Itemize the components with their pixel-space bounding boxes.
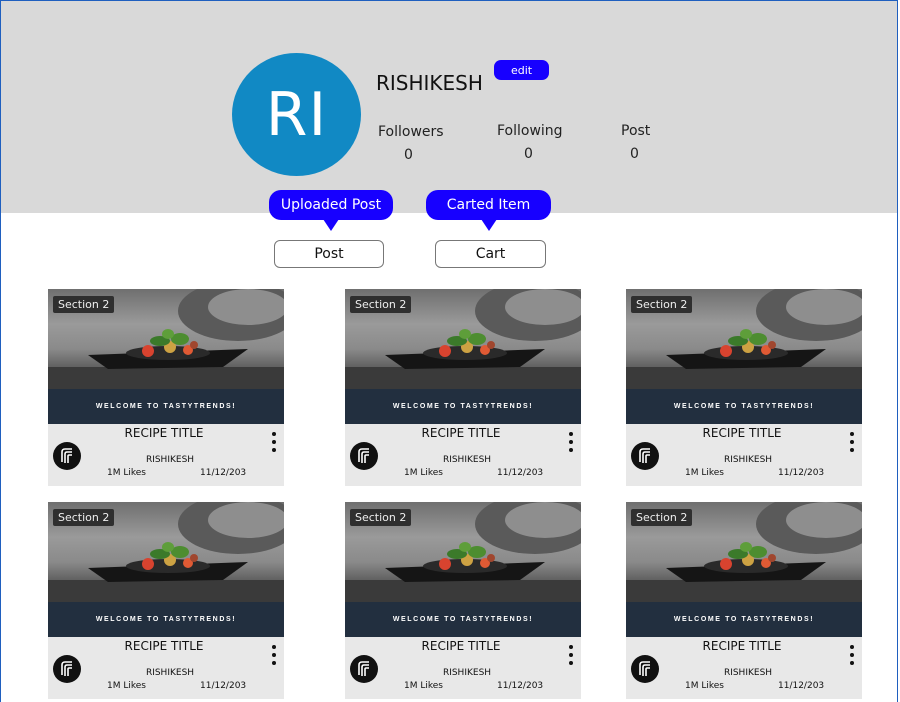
likes-count: 1M Likes [685, 681, 724, 691]
recipe-author[interactable]: RISHIKESH [48, 668, 284, 678]
uploaded-post-tooltip: Uploaded Post [269, 190, 393, 231]
recipe-title[interactable]: RECIPE TITLE [345, 426, 577, 440]
edit-profile-button[interactable]: edit [494, 60, 549, 80]
recipe-title[interactable]: RECIPE TITLE [626, 639, 858, 653]
post-count: 0 [630, 146, 639, 162]
recipe-image[interactable]: Section 2 [345, 289, 581, 389]
recipe-title[interactable]: RECIPE TITLE [48, 426, 280, 440]
avatar[interactable]: RI [232, 53, 361, 176]
post-date: 11/12/203 [497, 681, 544, 691]
profile-username: RISHIKESH [376, 71, 483, 95]
section-badge: Section 2 [53, 296, 115, 313]
recipe-card[interactable]: Section 2 WELCOME TO TASTYTRENDS! RECIPE… [345, 502, 581, 699]
card-banner: WELCOME TO TASTYTRENDS! [626, 389, 862, 424]
following-label[interactable]: Following [497, 123, 563, 139]
card-banner: WELCOME TO TASTYTRENDS! [48, 602, 284, 637]
likes-count: 1M Likes [685, 468, 724, 478]
post-date: 11/12/203 [778, 468, 825, 478]
post-date: 11/12/203 [778, 681, 825, 691]
likes-count: 1M Likes [404, 468, 443, 478]
recipe-image[interactable]: Section 2 [345, 502, 581, 602]
kebab-menu-icon[interactable] [848, 645, 856, 667]
recipe-card[interactable]: Section 2 WELCOME TO TASTYTRENDS! RECIPE… [626, 502, 862, 699]
recipe-author[interactable]: RISHIKESH [345, 455, 581, 465]
recipe-author[interactable]: RISHIKESH [626, 668, 862, 678]
card-banner: WELCOME TO TASTYTRENDS! [626, 602, 862, 637]
recipe-image[interactable]: Section 2 [626, 502, 862, 602]
section-badge: Section 2 [350, 509, 412, 526]
card-banner: WELCOME TO TASTYTRENDS! [48, 389, 284, 424]
post-date: 11/12/203 [200, 681, 247, 691]
section-badge: Section 2 [350, 296, 412, 313]
recipe-title[interactable]: RECIPE TITLE [345, 639, 577, 653]
post-count-label: Post [621, 123, 651, 139]
tab-cart[interactable]: Cart [435, 240, 546, 268]
post-date: 11/12/203 [200, 468, 247, 478]
recipe-image[interactable]: Section 2 [48, 289, 284, 389]
section-badge: Section 2 [631, 296, 693, 313]
recipe-author[interactable]: RISHIKESH [345, 668, 581, 678]
likes-count: 1M Likes [107, 468, 146, 478]
tab-post[interactable]: Post [274, 240, 384, 268]
avatar-initials: RI [265, 79, 328, 150]
likes-count: 1M Likes [404, 681, 443, 691]
recipe-card[interactable]: Section 2 WELCOME TO TASTYTRENDS! RECIPE… [48, 289, 284, 486]
recipe-title[interactable]: RECIPE TITLE [48, 639, 280, 653]
kebab-menu-icon[interactable] [567, 645, 575, 667]
recipe-image[interactable]: Section 2 [48, 502, 284, 602]
carted-item-tooltip: Carted Item [426, 190, 551, 231]
card-banner: WELCOME TO TASTYTRENDS! [345, 389, 581, 424]
profile-header [1, 1, 898, 213]
likes-count: 1M Likes [107, 681, 146, 691]
followers-count: 0 [404, 147, 413, 163]
recipe-card[interactable]: Section 2 WELCOME TO TASTYTRENDS! RECIPE… [48, 502, 284, 699]
recipe-author[interactable]: RISHIKESH [48, 455, 284, 465]
recipe-image[interactable]: Section 2 [626, 289, 862, 389]
section-badge: Section 2 [631, 509, 693, 526]
section-badge: Section 2 [53, 509, 115, 526]
followers-label[interactable]: Followers [378, 124, 444, 140]
kebab-menu-icon[interactable] [270, 432, 278, 454]
recipe-card[interactable]: Section 2 WELCOME TO TASTYTRENDS! RECIPE… [626, 289, 862, 486]
recipe-title[interactable]: RECIPE TITLE [626, 426, 858, 440]
card-banner: WELCOME TO TASTYTRENDS! [345, 602, 581, 637]
kebab-menu-icon[interactable] [848, 432, 856, 454]
following-count: 0 [524, 146, 533, 162]
recipe-card[interactable]: Section 2 WELCOME TO TASTYTRENDS! RECIPE… [345, 289, 581, 486]
kebab-menu-icon[interactable] [270, 645, 278, 667]
kebab-menu-icon[interactable] [567, 432, 575, 454]
recipe-author[interactable]: RISHIKESH [626, 455, 862, 465]
post-date: 11/12/203 [497, 468, 544, 478]
